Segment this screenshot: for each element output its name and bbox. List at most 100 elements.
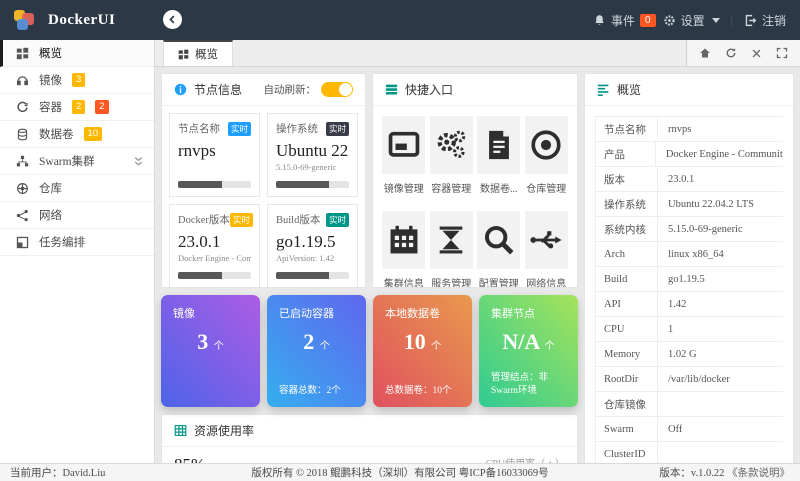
quick-link-volumes[interactable]: 数据卷...: [477, 116, 521, 195]
stat-cards-row: 镜像 3 个 已启动容器 2 个 容器总数：2个 本地数据卷 10 个 总数据卷…: [161, 295, 578, 407]
quick-label: 网络信息: [526, 279, 567, 288]
window-icon: [388, 131, 420, 157]
sidebar-item-swarm[interactable]: Swarm集群: [0, 148, 154, 175]
logout-label: 注销: [761, 13, 786, 28]
chevron-down-icon: [711, 17, 720, 23]
table-row: CPU 1: [596, 317, 783, 342]
refresh-button[interactable]: [725, 47, 737, 59]
table-row: 产品 Docker Engine - Community: [596, 142, 783, 167]
card-label: Build版本: [276, 215, 321, 226]
sidebar-item-orchestration[interactable]: 任务编排: [0, 229, 154, 256]
card-label: 节点名称: [178, 124, 220, 135]
progress-bar: [178, 181, 251, 188]
table-row: 节点名称 rnvps: [596, 117, 783, 142]
settings-menu[interactable]: 设置: [663, 12, 720, 29]
version-value: v.1.0.22: [690, 468, 725, 479]
auto-refresh-toggle[interactable]: [321, 82, 353, 97]
registry-icon: [17, 182, 28, 194]
version-label: 版本：: [659, 468, 691, 479]
table-row: 仓库镜像: [596, 392, 783, 417]
os-card: 操作系统实时 Ubuntu 22.04.2 LTS 5.15.0-69-gene…: [267, 113, 358, 197]
network-icon: [16, 209, 28, 221]
fullscreen-button[interactable]: [776, 47, 788, 59]
top-header: DockerUI 事件 0 设置 | 注销: [0, 0, 800, 40]
table-row: 版本 23.0.1: [596, 167, 783, 192]
server-icon: [385, 84, 398, 95]
table-row: 系统内核 5.15.0-69-generic: [596, 217, 783, 242]
auto-refresh-label: 自动刷新：: [263, 85, 317, 96]
quick-label: 配置管理: [478, 279, 519, 288]
panel-title: 概览: [617, 83, 642, 97]
tab-label: 概览: [195, 49, 218, 61]
build-version-card: Build版本 实时 go1.19.5 ApiVersion: 1.42: [267, 204, 358, 287]
stat-card-running-containers: 已启动容器 2 个 容器总数：2个: [267, 295, 366, 407]
stat-value: 10: [403, 329, 426, 354]
stat-title: 本地数据卷: [385, 308, 440, 320]
cpu-usage-label: CPU使用率（▲）: [486, 455, 565, 463]
sidebar-collapse-button[interactable]: [163, 10, 182, 29]
containers-stopped-badge: 2: [95, 100, 109, 114]
stat-unit: 个: [213, 341, 224, 352]
stat-card-images: 镜像 3 个: [161, 295, 260, 407]
close-icon: [752, 49, 761, 57]
terms-link[interactable]: 《条款说明》: [727, 468, 790, 479]
panel-title: 快捷入口: [405, 83, 454, 97]
progress-bar: [178, 272, 251, 279]
stat-title: 集群节点: [491, 308, 535, 320]
events-menu[interactable]: 事件 0: [593, 12, 656, 29]
sidebar-item-registry[interactable]: 仓库: [0, 175, 154, 202]
card-value: 23.0.1: [178, 232, 221, 251]
progress-bar: [276, 272, 349, 279]
resource-usage-panel: 资源使用率 85% CPU使用率（▲）: [161, 414, 578, 463]
grid-icon: [178, 49, 189, 59]
quick-link-network[interactable]: 网络信息: [524, 211, 569, 288]
table-row: API 1.42: [596, 292, 783, 317]
sidebar-item-images[interactable]: 镜像 3: [0, 67, 154, 94]
stat-subtitle: 管理结点：非Swarm环境: [491, 373, 549, 396]
sidebar-item-network[interactable]: 网络: [0, 202, 154, 229]
realtime-badge: 实时: [325, 212, 349, 227]
sidebar-item-containers[interactable]: 容器 2 2: [0, 94, 154, 121]
quick-link-images[interactable]: 镜像管理: [382, 116, 426, 195]
search-icon: [484, 225, 514, 255]
quick-link-containers[interactable]: 容器管理: [429, 116, 474, 195]
sidebar-item-label: 镜像: [39, 75, 62, 87]
main-content: 节点信息 自动刷新： 节点名称 实时 rnvps 操作系统 实时 Ubuntu …: [155, 67, 800, 463]
home-button[interactable]: [699, 47, 711, 59]
stat-value: 3: [197, 329, 209, 354]
record-icon: [531, 130, 561, 160]
tab-overview[interactable]: 概览: [163, 40, 233, 66]
realtime-badge: 实时: [229, 212, 253, 227]
quick-link-cluster[interactable]: 集群信息: [382, 211, 426, 288]
volumes-count-badge: 10: [83, 127, 103, 141]
docker-version-card: Docker版本实时 23.0.1 Docker Engine - Commun…: [169, 204, 260, 287]
stat-unit: 个: [319, 341, 330, 352]
current-user-value: David.Liu: [62, 468, 106, 479]
tab-bar: 概览: [155, 40, 800, 67]
card-subtitle: 5.15.0-69-generic: [276, 162, 337, 172]
realtime-badge: 实时: [227, 121, 251, 136]
quick-entry-panel: 快捷入口 镜像管理 容器管理 数据卷... 仓库管理 集群信息 服务管理 配置管…: [372, 73, 578, 288]
quick-link-config[interactable]: 配置管理: [477, 211, 521, 288]
table-row: Arch linux x86_64: [596, 242, 783, 267]
logout-button[interactable]: 注销: [744, 12, 786, 29]
sidebar-item-overview[interactable]: 概览: [0, 40, 154, 67]
overview-table: 节点名称 rnvps 产品 Docker Engine - Community 版本…: [595, 116, 783, 463]
expand-icon: [776, 47, 788, 59]
quick-link-services[interactable]: 服务管理: [429, 211, 474, 287]
images-icon: [16, 75, 29, 85]
footer: 版权所有 © 2018 鲲鹏科技（深圳）有限公司 粤ICP备16033069号 …: [0, 463, 800, 481]
quick-label: 集群信息: [383, 279, 424, 288]
stat-title: 已启动容器: [279, 308, 334, 320]
close-tab-button[interactable]: [751, 48, 762, 59]
stat-card-cluster-nodes: 集群节点 N/A 个 管理结点：非Swarm环境: [479, 295, 578, 407]
quick-link-registry[interactable]: 仓库管理: [524, 116, 569, 195]
panel-title: 节点信息: [194, 83, 243, 97]
card-subtitle: ApiVersion: 1.42: [276, 253, 335, 263]
sidebar-item-volumes[interactable]: 数据卷 10: [0, 121, 154, 148]
sidebar: 概览 镜像 3 容器 2 2 数据卷 10 Swarm集群 仓库 网络 任务编排: [0, 40, 155, 463]
panel-title: 资源使用率: [194, 424, 255, 438]
logout-icon: [745, 14, 757, 26]
app-title: DockerUI: [48, 11, 116, 28]
table-row: 操作系统 Ubuntu 22.04.2 LTS: [596, 192, 783, 217]
